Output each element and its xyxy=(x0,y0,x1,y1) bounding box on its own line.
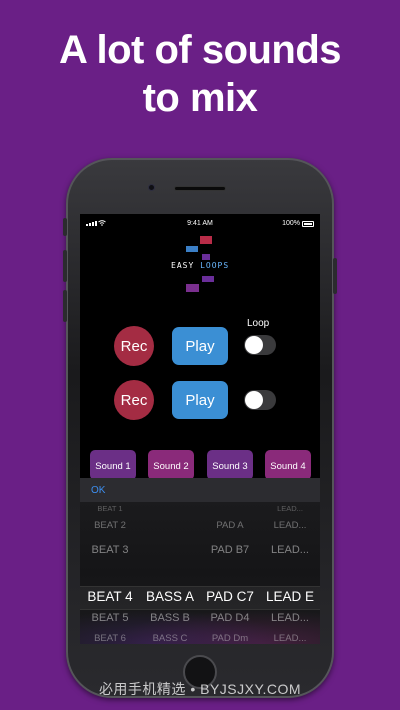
picker-selected-option[interactable]: BEAT 4 xyxy=(82,589,138,604)
picker-option[interactable]: BEAT 5 xyxy=(82,612,138,624)
mute-switch xyxy=(63,218,67,236)
picker-option[interactable]: PAD B7 xyxy=(202,544,258,556)
rec-button-1[interactable]: Rec xyxy=(114,326,154,366)
sound-picker: OK BEAT 1 BEAT 2 BEAT 3 BEAT 4 BEAT 5 BEAT 6 B… xyxy=(80,478,320,644)
volume-up-button xyxy=(63,250,67,282)
picker-option[interactable]: BASS C xyxy=(142,633,198,644)
picker-option[interactable]: BEAT 2 xyxy=(82,520,138,531)
toggle-knob xyxy=(245,336,263,354)
picker-option[interactable]: LEAD... xyxy=(262,520,318,531)
front-camera xyxy=(148,184,155,191)
picker-wheel: BEAT 1BEAT 2BEAT 3BEAT 4BEAT 5BEAT 6BEAT… xyxy=(80,502,320,644)
headline-line-2: to mix xyxy=(142,76,258,120)
logo-text: EASY LOOPS xyxy=(171,261,230,270)
power-button xyxy=(333,258,337,294)
app-screen: 9:41 AM 100% EASY LOOPS Rec Play Loop Re… xyxy=(80,214,320,644)
watermark: 必用手机精选 • BYJSJXY.COM xyxy=(98,681,302,697)
logo-block xyxy=(186,246,198,252)
picker-option[interactable]: BASS B xyxy=(142,612,198,624)
picker-option[interactable]: BEAT 6 xyxy=(82,633,138,644)
picker-option[interactable]: LEAD... xyxy=(262,612,318,624)
volume-down-button xyxy=(63,290,67,322)
tab-sound-3[interactable]: Sound 3 xyxy=(207,450,253,480)
logo-block xyxy=(186,284,199,292)
picker-option[interactable]: PAD D4 xyxy=(202,612,258,624)
picker-selected-option[interactable]: LEAD E xyxy=(262,589,318,604)
tab-sound-2[interactable]: Sound 2 xyxy=(148,450,194,480)
earpiece-speaker xyxy=(174,186,226,191)
app-logo: EASY LOOPS xyxy=(168,234,232,296)
loop-toggle-1[interactable] xyxy=(244,335,276,355)
loop-toggle-2[interactable] xyxy=(244,390,276,410)
picker-selected-option[interactable]: BASS A xyxy=(142,589,198,604)
headline-line-1: A lot of sounds xyxy=(58,28,342,72)
picker-option[interactable]: LEAD... xyxy=(262,504,318,513)
picker-option[interactable]: LEAD... xyxy=(262,544,318,556)
play-button-2[interactable]: Play xyxy=(172,381,228,419)
rec-button-2[interactable]: Rec xyxy=(114,380,154,420)
battery-icon xyxy=(302,221,314,227)
ok-button[interactable]: OK xyxy=(91,485,105,496)
loop-label: Loop xyxy=(247,318,270,329)
picker-option[interactable]: PAD Dm xyxy=(202,633,258,644)
picker-option[interactable]: PAD A xyxy=(202,520,258,531)
logo-block xyxy=(202,276,214,282)
battery-percent: 100% xyxy=(282,220,300,227)
logo-block xyxy=(200,236,212,244)
toggle-knob xyxy=(245,391,263,409)
tab-sound-1[interactable]: Sound 1 xyxy=(90,450,136,480)
picker-toolbar: OK xyxy=(80,478,320,502)
tab-sound-4[interactable]: Sound 4 xyxy=(265,450,311,480)
picker-option[interactable]: BEAT 1 xyxy=(82,504,138,513)
status-bar: 9:41 AM 100% xyxy=(80,219,320,231)
picker-option[interactable]: BEAT 3 xyxy=(82,544,138,556)
play-button-1[interactable]: Play xyxy=(172,327,228,365)
picker-option[interactable]: LEAD... xyxy=(262,633,318,644)
picker-selected-option[interactable]: PAD C7 xyxy=(202,589,258,604)
logo-block xyxy=(202,254,210,260)
headline: A lot of sounds to mix xyxy=(0,26,400,122)
